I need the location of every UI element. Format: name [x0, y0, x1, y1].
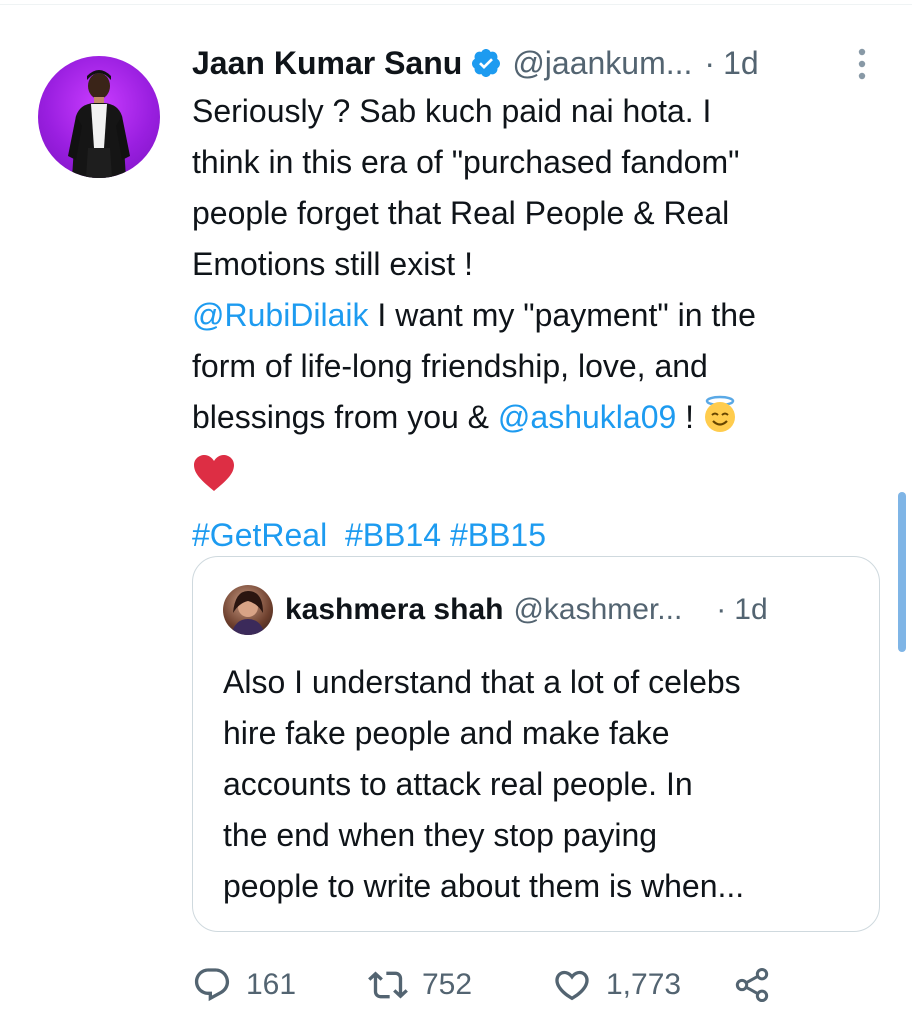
- tweet-action-bar: 161 752 1,773: [192, 962, 892, 1008]
- retweet-count: 752: [422, 968, 473, 1001]
- avatar-person-image: [68, 70, 130, 178]
- red-heart-icon: [192, 453, 882, 508]
- author-handle[interactable]: @jaankum...: [512, 45, 692, 82]
- quoted-text-line: Also I understand that a lot of celebs: [223, 664, 741, 700]
- quoted-text-line: accounts to attack real people. In: [223, 766, 693, 802]
- reply-button[interactable]: 161: [192, 962, 296, 1008]
- retweet-button[interactable]: 752: [368, 962, 472, 1008]
- hashtag-link[interactable]: #BB15: [450, 517, 546, 553]
- quoted-tweet-timestamp[interactable]: 1d: [734, 593, 767, 627]
- author-name[interactable]: Jaan Kumar Sanu: [192, 45, 462, 82]
- scrollbar-thumb[interactable]: [898, 492, 906, 652]
- tweet-text-fragment: I want my "payment" in the: [368, 297, 756, 333]
- quoted-tweet-header: kashmera shah @kashmer... · 1d: [285, 585, 859, 635]
- hashtags-line: #GetReal #BB14 #BB15: [192, 510, 882, 561]
- tweet-text-fragment: !: [676, 399, 695, 435]
- mention-link[interactable]: @RubiDilaik: [192, 297, 369, 333]
- quoted-text-line: people to write about them is when...: [223, 868, 745, 904]
- top-divider: [0, 4, 912, 5]
- quoted-avatar-image: [231, 591, 265, 635]
- share-button[interactable]: [732, 962, 786, 1008]
- tweet-text-line: Seriously ? Sab kuch paid nai hota. I: [192, 93, 712, 129]
- tweet-text-fragment: blessings from you &: [192, 399, 498, 435]
- author-avatar[interactable]: [38, 56, 160, 178]
- share-icon: [735, 968, 769, 1002]
- smiling-face-with-halo-icon: [700, 394, 740, 449]
- quoted-tweet-text: Also I understand that a lot of celebs h…: [223, 657, 863, 912]
- verified-badge-icon: [470, 47, 502, 79]
- quoted-text-line: hire fake people and make fake: [223, 715, 670, 751]
- tweet-text-line: think in this era of "purchased fandom": [192, 144, 740, 180]
- tweet-text-line: people forget that Real People & Real: [192, 195, 730, 231]
- mention-link[interactable]: @ashukla09: [498, 399, 676, 435]
- like-button[interactable]: 1,773: [552, 962, 681, 1008]
- tweet-text-line: form of life-long friendship, love, and: [192, 348, 708, 384]
- quoted-header-separator: ·: [716, 593, 727, 626]
- tweet-text-line: blessings from you & @ashukla09 !: [192, 392, 882, 449]
- like-count: 1,773: [606, 968, 682, 1001]
- tweet-header: Jaan Kumar Sanu @jaankum... · 1d: [192, 38, 882, 88]
- quoted-author-handle[interactable]: @kashmer...: [513, 593, 682, 627]
- hashtag-link[interactable]: #BB14: [345, 517, 441, 553]
- tweet-text: Seriously ? Sab kuch paid nai hota. I th…: [192, 86, 882, 561]
- quoted-author-avatar[interactable]: [223, 585, 273, 635]
- quoted-tweet-card[interactable]: kashmera shah @kashmer... · 1d Also I un…: [192, 556, 880, 932]
- retweet-icon: [368, 971, 408, 999]
- tweet-text-line: @RubiDilaik I want my "payment" in the: [192, 290, 882, 341]
- quoted-text-line: the end when they stop paying: [223, 817, 658, 853]
- reply-count: 161: [246, 968, 297, 1001]
- tweet-timestamp[interactable]: 1d: [723, 45, 759, 82]
- more-options-icon[interactable]: [856, 44, 868, 84]
- tweet-text-line: Emotions still exist !: [192, 246, 473, 282]
- heart-icon: [555, 970, 589, 1001]
- reply-icon: [194, 968, 230, 1002]
- tweet-screen: Jaan Kumar Sanu @jaankum... · 1d Serious…: [0, 0, 912, 1024]
- header-separator: ·: [704, 44, 716, 81]
- hashtag-link[interactable]: #GetReal: [192, 517, 327, 553]
- quoted-author-name[interactable]: kashmera shah: [285, 593, 503, 627]
